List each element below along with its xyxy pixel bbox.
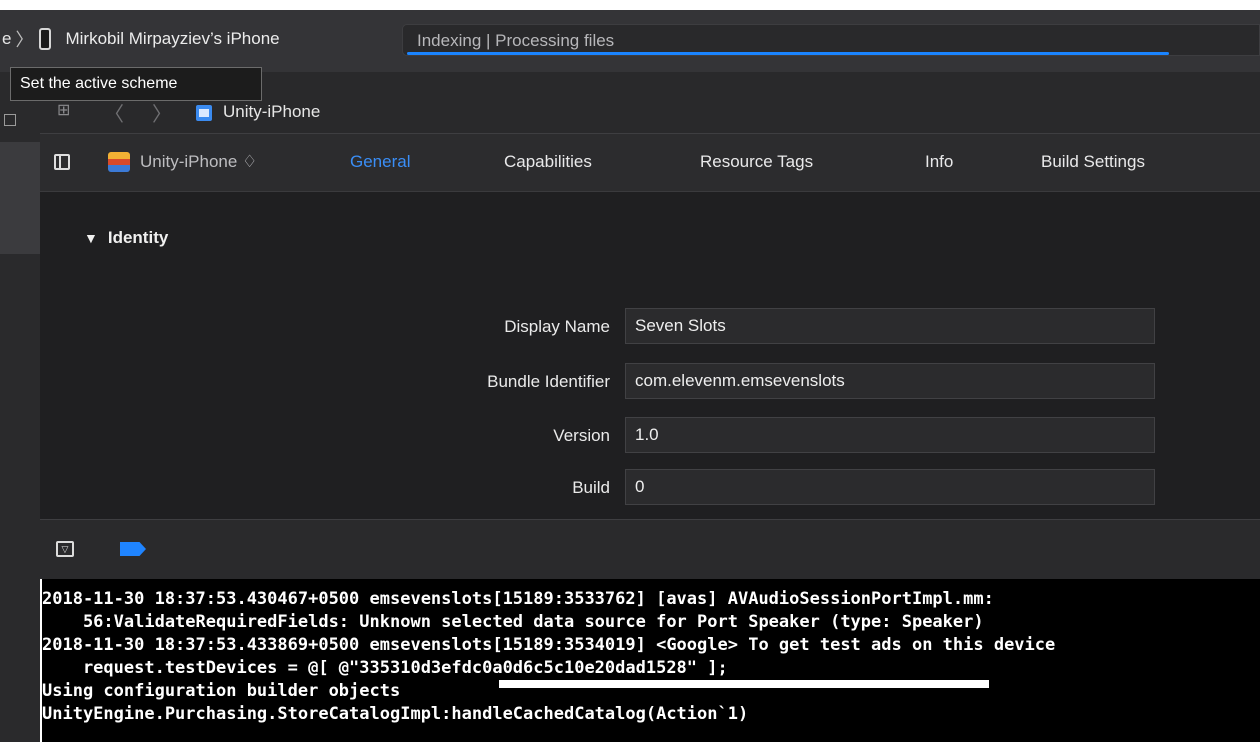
sidebar-toggle-icon[interactable] bbox=[54, 154, 70, 170]
disclosure-triangle-icon[interactable]: ▼ bbox=[84, 230, 98, 246]
display-name-field[interactable]: Seven Slots bbox=[625, 308, 1155, 344]
chevron-right-icon: 〉 bbox=[15, 30, 34, 50]
editor-tab-bar: Unity-iPhone ♢ General Capabilities Reso… bbox=[40, 134, 1260, 192]
version-field[interactable]: 1.0 bbox=[625, 417, 1155, 453]
general-settings-pane: ▼ Identity Display Name Seven Slots Bundl… bbox=[40, 192, 1260, 519]
section-title: Identity bbox=[107, 228, 169, 247]
tab-capabilities[interactable]: Capabilities bbox=[504, 152, 592, 172]
identity-section-header[interactable]: ▼ Identity bbox=[84, 228, 168, 248]
build-label: Build bbox=[572, 478, 610, 497]
activity-status-text: Indexing | Processing files bbox=[417, 31, 615, 50]
console-line: 56:ValidateRequiredFields: Unknown selec… bbox=[42, 612, 984, 632]
forward-arrow-icon[interactable]: 〉 bbox=[152, 98, 172, 127]
console-output[interactable]: 2018-11-30 18:37:53.430467+0500 emsevens… bbox=[40, 579, 1260, 742]
target-selector[interactable]: Unity-iPhone ♢ bbox=[140, 152, 257, 172]
console-line: UnityEngine.Purchasing.StoreCatalogImpl:… bbox=[42, 704, 749, 724]
debug-bar: ▽ bbox=[40, 519, 1260, 579]
jump-bar-project[interactable]: Unity-iPhone bbox=[223, 102, 320, 122]
console-line: request.testDevices = @[ @"335310d3efdc0… bbox=[42, 658, 728, 678]
navigator-filter-icon[interactable] bbox=[4, 114, 16, 126]
bundle-identifier-label: Bundle Identifier bbox=[487, 372, 610, 391]
navigator-selected-row[interactable] bbox=[0, 142, 40, 254]
bundle-identifier-field[interactable]: com.elevenm.emsevenslots bbox=[625, 363, 1155, 399]
indexing-progress-bar bbox=[407, 52, 1169, 55]
tooltip: Set the active scheme bbox=[10, 67, 262, 101]
scheme-name-fragment[interactable]: e bbox=[0, 29, 11, 49]
console-line: 2018-11-30 18:37:53.433869+0500 emsevens… bbox=[42, 635, 1056, 655]
tab-resource-tags[interactable]: Resource Tags bbox=[700, 152, 813, 172]
redaction-bar bbox=[499, 680, 989, 688]
tab-info[interactable]: Info bbox=[925, 152, 953, 172]
app-target-icon bbox=[108, 152, 130, 172]
xcode-window: e 〉 Mirkobil Mirpayziev’s iPhone Indexin… bbox=[0, 10, 1260, 742]
breakpoints-toggle-icon[interactable] bbox=[120, 542, 146, 556]
console-line: 2018-11-30 18:37:53.430467+0500 emsevens… bbox=[42, 589, 994, 609]
tab-general[interactable]: General bbox=[350, 152, 410, 172]
run-destination[interactable]: Mirkobil Mirpayziev’s iPhone bbox=[65, 29, 279, 49]
build-field[interactable]: 0 bbox=[625, 469, 1155, 505]
display-name-label: Display Name bbox=[504, 317, 610, 336]
toolbar: e 〉 Mirkobil Mirpayziev’s iPhone Indexin… bbox=[0, 10, 1260, 72]
project-file-icon bbox=[196, 105, 212, 121]
navigator-edge bbox=[0, 72, 40, 742]
console-line: Using configuration builder objects bbox=[42, 681, 401, 701]
back-arrow-icon[interactable]: 〈 bbox=[104, 98, 124, 127]
related-items-icon[interactable]: ⊞ bbox=[57, 102, 75, 120]
hide-debug-area-icon[interactable]: ▽ bbox=[56, 541, 74, 557]
tab-build-settings[interactable]: Build Settings bbox=[1041, 152, 1145, 172]
activity-viewer: Indexing | Processing files bbox=[402, 24, 1260, 56]
scheme-selector[interactable]: e 〉 Mirkobil Mirpayziev’s iPhone bbox=[0, 24, 280, 54]
version-label: Version bbox=[553, 426, 610, 445]
iphone-icon bbox=[39, 28, 52, 50]
